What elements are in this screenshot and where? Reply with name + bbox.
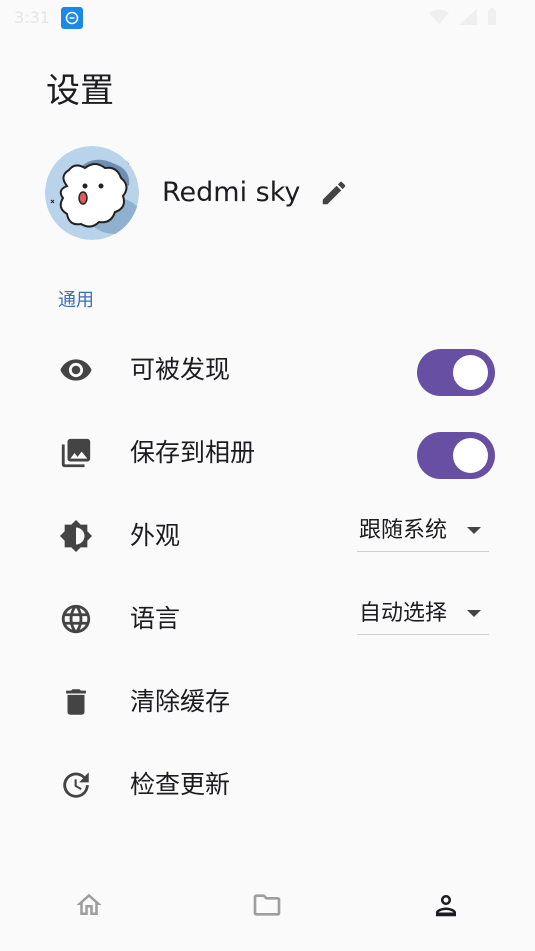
trash-icon <box>58 684 94 720</box>
bottom-navigation <box>0 865 535 951</box>
toggle-knob <box>453 438 488 473</box>
wifi-icon <box>429 9 449 24</box>
setting-label: 外观 <box>130 521 181 550</box>
signal-icon <box>459 9 477 25</box>
globe-icon <box>58 601 94 637</box>
link-icon <box>61 7 83 29</box>
setting-label: 语言 <box>130 604 181 633</box>
profile-name: Redmi sky <box>162 177 301 208</box>
brightness-icon <box>58 518 94 554</box>
appearance-dropdown[interactable]: 跟随系统 <box>357 513 489 552</box>
caret-down-icon <box>467 527 481 534</box>
nav-files[interactable] <box>245 883 289 927</box>
avatar[interactable] <box>45 146 139 240</box>
eye-icon <box>58 352 94 388</box>
folder-icon <box>253 894 281 916</box>
nav-profile[interactable] <box>424 883 468 927</box>
page-title: 设置 <box>46 71 114 111</box>
setting-label: 保存到相册 <box>130 438 256 467</box>
setting-label: 清除缓存 <box>130 687 231 716</box>
language-dropdown[interactable]: 自动选择 <box>357 596 489 635</box>
edit-profile-button[interactable] <box>314 173 354 213</box>
update-clock-icon <box>58 767 94 803</box>
status-indicators <box>429 8 497 26</box>
caret-down-icon <box>467 610 481 617</box>
setting-row-save-to-album[interactable]: 保存到相册 <box>0 411 535 491</box>
setting-row-clear-cache[interactable]: 清除缓存 <box>0 660 535 740</box>
dropdown-value: 自动选择 <box>359 601 448 626</box>
nav-home[interactable] <box>67 883 111 927</box>
status-bar: 3:31 <box>0 0 535 36</box>
photo-library-icon <box>58 435 94 471</box>
battery-icon <box>488 8 496 25</box>
save-to-album-toggle[interactable] <box>417 432 495 479</box>
status-time: 3:31 <box>14 8 50 27</box>
setting-row-language[interactable]: 语言 自动选择 <box>0 577 535 657</box>
setting-row-appearance[interactable]: 外观 跟随系统 <box>0 494 535 574</box>
person-icon <box>436 895 456 917</box>
home-icon <box>76 893 102 915</box>
setting-label: 可被发现 <box>130 355 231 384</box>
section-header-general: 通用 <box>58 290 94 311</box>
dropdown-value: 跟随系统 <box>359 518 448 543</box>
setting-row-discoverable[interactable]: 可被发现 <box>0 328 535 408</box>
setting-row-check-update[interactable]: 检查更新 <box>0 743 535 823</box>
setting-label: 检查更新 <box>130 770 231 799</box>
pencil-icon <box>322 181 346 205</box>
discoverable-toggle[interactable] <box>417 349 495 396</box>
toggle-knob <box>453 355 488 390</box>
